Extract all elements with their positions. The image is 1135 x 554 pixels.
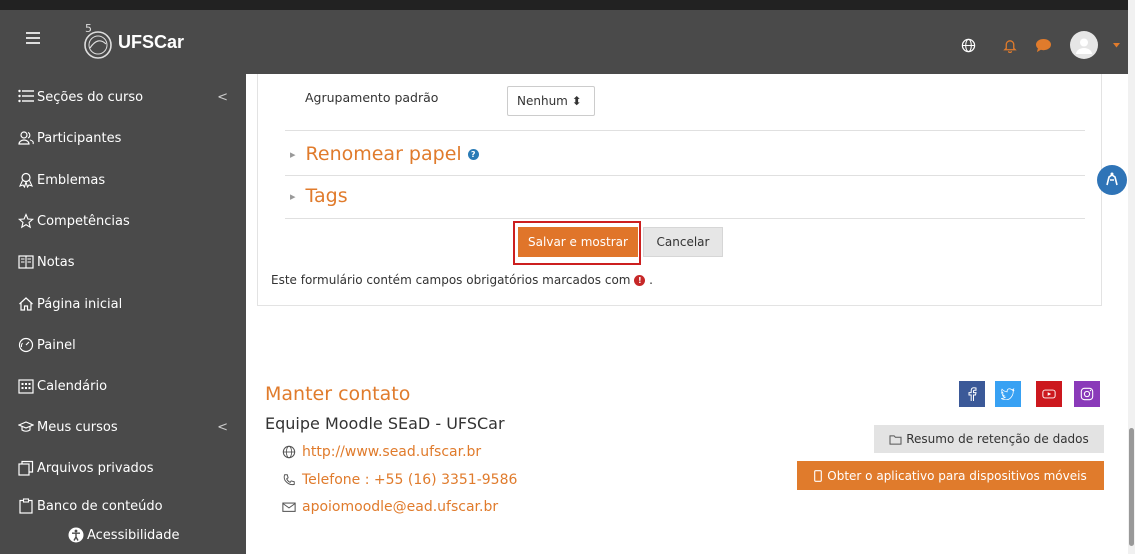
- window-top-strip: [0, 0, 1128, 10]
- footer-email-link[interactable]: apoiomoodle@ead.ufscar.br: [282, 499, 498, 515]
- email-text: apoiomoodle@ead.ufscar.br: [302, 499, 499, 515]
- footer-website-link[interactable]: http://www.sead.ufscar.br: [282, 444, 481, 460]
- phone-text: Telefone : +55 (16) 3351-9586: [302, 472, 518, 488]
- sidebar-item-label: Página inicial: [37, 296, 123, 312]
- envelope-icon: [282, 500, 296, 514]
- sidebar-item-label: Banco de conteúdo: [37, 498, 163, 514]
- sidebar-item-label: Participantes: [37, 130, 122, 146]
- sidebar-drawer: Seções do curso < Participantes Emblemas…: [0, 74, 246, 554]
- svg-text:5: 5: [85, 22, 92, 35]
- list-icon: [18, 89, 34, 105]
- chevron-left-icon[interactable]: <: [217, 90, 228, 105]
- section-rename-role[interactable]: ▸ Renomear papel ?: [290, 143, 479, 165]
- accessibility-link[interactable]: Acessibilidade: [68, 527, 278, 543]
- required-note-end: .: [649, 273, 653, 287]
- required-exclamation-icon: !: [634, 275, 646, 286]
- form-panel: [257, 74, 1102, 306]
- graduation-cap-icon: [18, 419, 34, 435]
- twitter-icon[interactable]: [995, 381, 1021, 407]
- chevron-left-icon[interactable]: <: [217, 420, 228, 435]
- star-icon: [18, 213, 34, 229]
- section-tags[interactable]: ▸ Tags: [290, 185, 348, 207]
- grouping-select-value: Nenhum ⬍: [517, 94, 582, 108]
- users-icon: [18, 130, 34, 146]
- sidebar-item-calendar[interactable]: Calendário: [18, 378, 228, 394]
- sidebar-item-course-sections[interactable]: Seções do curso <: [18, 89, 228, 105]
- grouping-select[interactable]: Nenhum ⬍: [507, 86, 595, 116]
- cancel-button[interactable]: Cancelar: [643, 227, 723, 257]
- save-and-display-button[interactable]: Salvar e mostrar: [518, 227, 638, 257]
- hamburger-menu-icon[interactable]: [26, 32, 40, 44]
- clipboard-icon: [18, 498, 34, 514]
- sidebar-item-label: Notas: [37, 254, 75, 270]
- required-note-text: Este formulário contém campos obrigatóri…: [271, 273, 631, 287]
- calendar-icon: [18, 378, 34, 394]
- accessibility-icon: [68, 527, 84, 543]
- sidebar-item-badges[interactable]: Emblemas: [18, 172, 228, 188]
- navbar-icons: [958, 31, 1120, 59]
- data-retention-summary-button[interactable]: Resumo de retenção de dados: [874, 425, 1104, 453]
- sidebar-item-label: Emblemas: [37, 172, 106, 188]
- dashboard-icon: [18, 337, 34, 353]
- footer-phone: Telefone : +55 (16) 3351-9586: [282, 472, 517, 488]
- data-retention-label: Resumo de retenção de dados: [906, 432, 1089, 446]
- ufscar-50-anos-emblem-icon: 5: [78, 22, 118, 62]
- help-question-icon[interactable]: ?: [467, 148, 479, 160]
- sidebar-item-label: Meus cursos: [37, 419, 118, 435]
- sidebar-item-private-files[interactable]: Arquivos privados: [18, 460, 228, 476]
- globe-icon: [282, 445, 296, 459]
- badge-icon: [18, 172, 34, 188]
- sidebar-item-home[interactable]: Página inicial: [18, 296, 228, 312]
- grouping-label: Agrupamento padrão: [305, 90, 439, 105]
- youtube-icon[interactable]: [1036, 381, 1062, 407]
- page-scrollbar[interactable]: [1128, 0, 1135, 554]
- website-text: http://www.sead.ufscar.br: [302, 444, 482, 460]
- sidebar-item-my-courses[interactable]: Meus cursos <: [18, 419, 228, 435]
- top-navbar: 5 UFSCar: [0, 10, 1128, 74]
- phone-icon: [282, 473, 296, 487]
- brand-name: UFSCar: [118, 31, 185, 52]
- mobile-phone-icon: [814, 469, 823, 482]
- scrollbar-thumb[interactable]: [1129, 428, 1134, 546]
- required-fields-note: Este formulário contém campos obrigatóri…: [271, 273, 653, 287]
- sidebar-item-label: Painel: [37, 337, 76, 353]
- expand-triangle-icon: ▸: [290, 147, 296, 161]
- mobile-app-label: Obter o aplicativo para dispositivos móv…: [827, 468, 1087, 483]
- divider: [285, 218, 1085, 219]
- folder-icon: [889, 434, 902, 445]
- sidebar-item-label: Arquivos privados: [37, 460, 154, 476]
- files-icon: [18, 460, 34, 476]
- section-tags-title: Tags: [305, 185, 348, 207]
- sidebar-item-grades[interactable]: Notas: [18, 254, 228, 270]
- sidebar-item-participants[interactable]: Participantes: [18, 130, 228, 146]
- language-globe-icon[interactable]: [958, 35, 978, 55]
- sidebar-item-label: Calendário: [37, 378, 108, 394]
- sidebar-item-content-bank[interactable]: Banco de conteúdo: [18, 498, 228, 514]
- sidebar-item-competencies[interactable]: Competências: [18, 213, 228, 229]
- footer-team: Equipe Moodle SEaD - UFSCar: [265, 414, 505, 433]
- sidebar-item-label: Competências: [37, 213, 130, 229]
- user-menu-caret-icon[interactable]: [1112, 41, 1120, 49]
- footer-title: Manter contato: [265, 383, 411, 405]
- divider: [285, 175, 1085, 176]
- expand-triangle-icon: ▸: [290, 189, 296, 203]
- get-mobile-app-button[interactable]: Obter o aplicativo para dispositivos móv…: [797, 461, 1104, 490]
- accessibility-label: Acessibilidade: [87, 527, 180, 543]
- vlibras-accessibility-icon[interactable]: [1097, 165, 1127, 195]
- user-avatar[interactable]: [1070, 31, 1098, 59]
- messages-chat-icon[interactable]: [1032, 35, 1054, 55]
- divider: [285, 130, 1085, 131]
- sidebar-item-label: Seções do curso: [37, 89, 144, 105]
- instagram-icon[interactable]: [1074, 381, 1100, 407]
- sidebar-item-dashboard[interactable]: Painel: [18, 337, 228, 353]
- gradebook-icon: [18, 254, 34, 270]
- section-rename-role-title: Renomear papel: [305, 143, 462, 165]
- home-icon: [18, 296, 34, 312]
- ufscar-logo[interactable]: 5 UFSCar: [78, 22, 184, 62]
- facebook-icon[interactable]: [959, 381, 985, 407]
- notification-bell-icon[interactable]: [1000, 35, 1020, 55]
